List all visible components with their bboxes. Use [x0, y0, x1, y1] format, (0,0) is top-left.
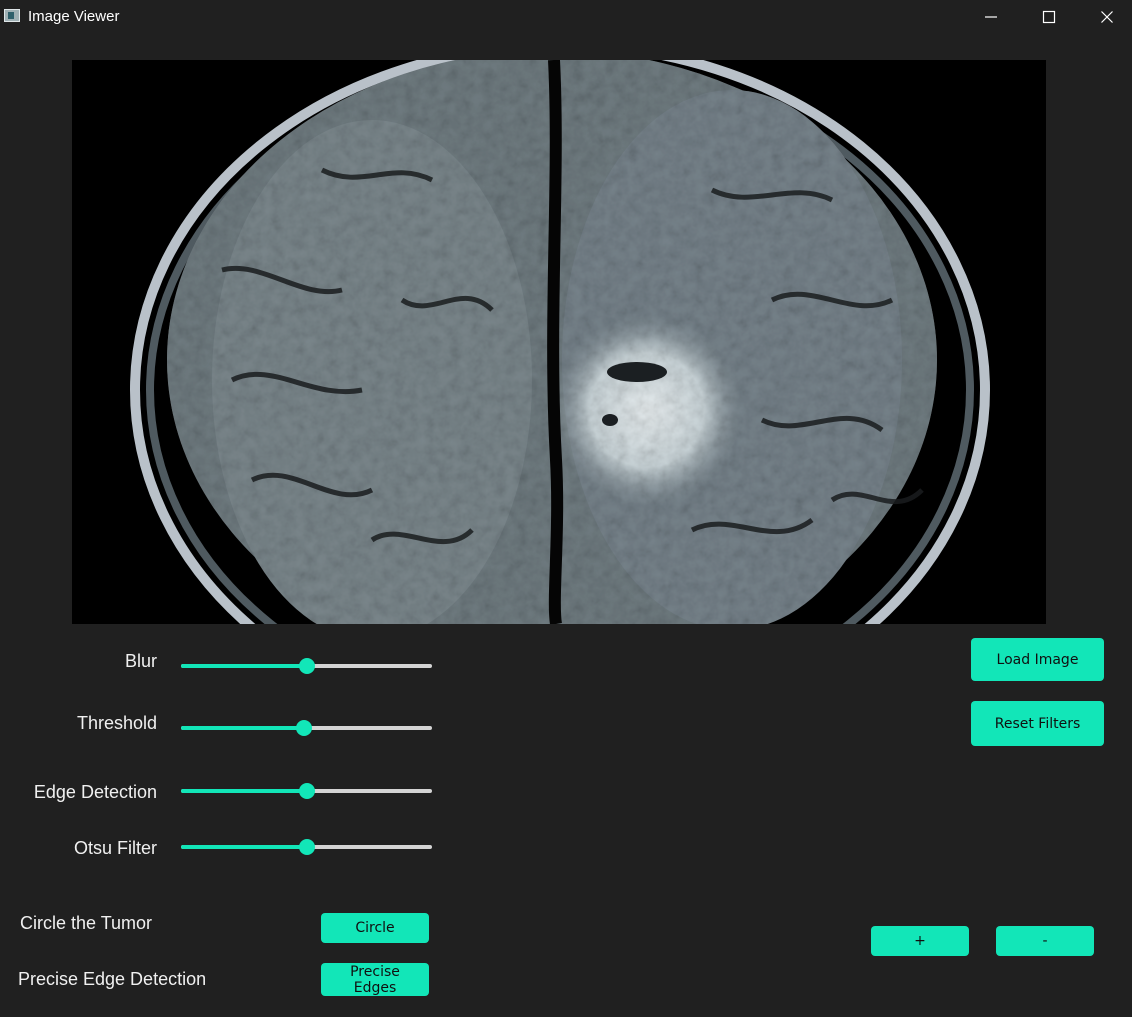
title-bar: Image Viewer: [0, 0, 1132, 34]
slider-label-threshold: Threshold: [76, 713, 157, 733]
close-icon: [1101, 11, 1113, 23]
zoom-in-button[interactable]: +: [871, 926, 969, 956]
load-image-button[interactable]: Load Image: [971, 638, 1104, 681]
threshold-slider[interactable]: [181, 718, 432, 738]
blur-slider[interactable]: [181, 656, 432, 676]
image-display: [72, 60, 1046, 624]
app-icon: [4, 9, 20, 22]
slider-fill: [181, 789, 307, 793]
slider-fill: [181, 664, 307, 668]
maximize-button[interactable]: [1020, 0, 1078, 34]
precise-edges-button[interactable]: Precise Edges: [321, 963, 429, 996]
window-title: Image Viewer: [28, 8, 120, 25]
circle-tumor-label: Circle the Tumor: [20, 913, 153, 933]
minimize-icon: [985, 16, 997, 18]
zoom-out-button[interactable]: -: [996, 926, 1094, 956]
minimize-button[interactable]: [962, 0, 1020, 34]
brain-mri-image: [72, 60, 1046, 624]
precise-edge-label: Precise Edge Detection: [18, 969, 207, 989]
close-button[interactable]: [1078, 0, 1132, 34]
otsu-filter-slider[interactable]: [181, 837, 432, 857]
reset-filters-button[interactable]: Reset Filters: [971, 701, 1104, 746]
slider-handle[interactable]: [296, 720, 312, 736]
slider-fill: [181, 726, 304, 730]
slider-fill: [181, 845, 307, 849]
maximize-icon: [1042, 10, 1056, 24]
slider-label-otsu-filter: Otsu Filter: [73, 838, 157, 858]
slider-handle[interactable]: [299, 839, 315, 855]
edge-detection-slider[interactable]: [181, 781, 432, 801]
slider-label-blur: Blur: [124, 651, 157, 671]
slider-handle[interactable]: [299, 658, 315, 674]
slider-label-edge-detection: Edge Detection: [33, 782, 157, 802]
circle-button[interactable]: Circle: [321, 913, 429, 943]
slider-handle[interactable]: [299, 783, 315, 799]
